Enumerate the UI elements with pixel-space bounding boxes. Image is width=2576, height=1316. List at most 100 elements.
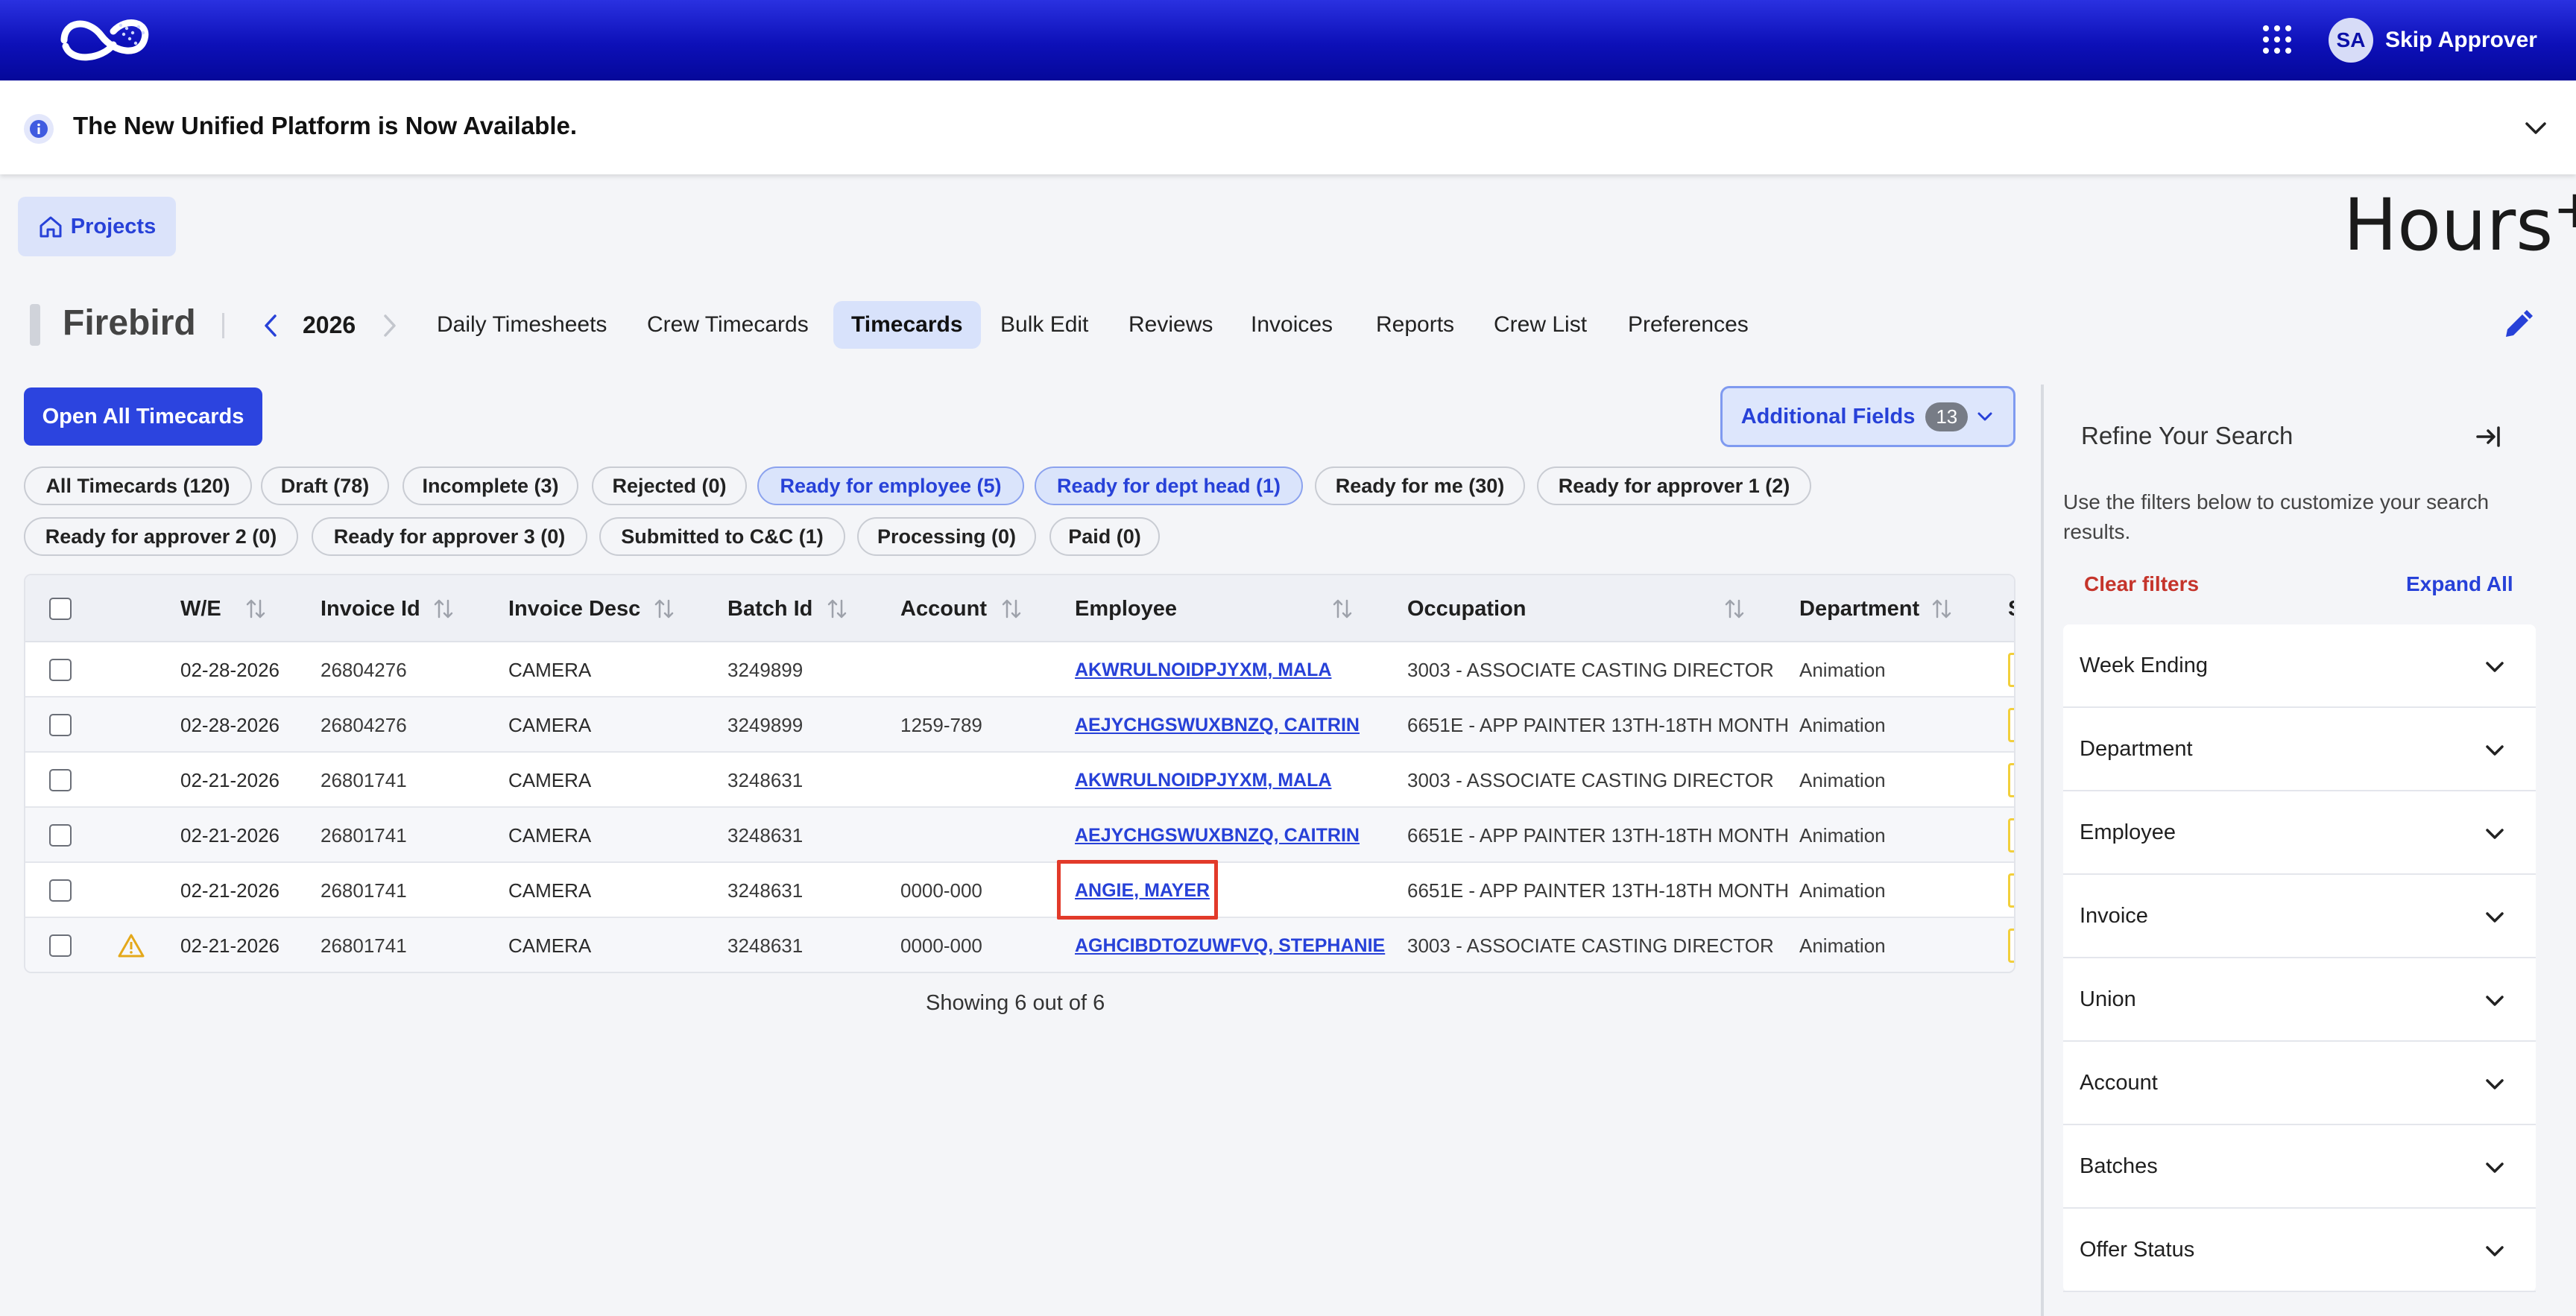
tab-timecards[interactable]: Timecards [833,301,981,349]
row-checkbox[interactable] [49,879,72,902]
table-row[interactable]: 02-21-2026 26801741 CAMERA 3248631 AKWRU… [25,753,2014,808]
cell-invoice-id: 26801741 [321,823,407,847]
cell-occupation: 6651E - APP PAINTER 13TH-18TH MONTH [1407,879,1789,902]
user-avatar: SA [2329,18,2373,63]
tab-preferences[interactable]: Preferences [1610,301,1767,349]
cell-employee-link[interactable]: AEJYCHGSWUXBNZQ, CAITRIN [1075,697,1360,753]
chip-draft[interactable]: Draft (78) [261,466,389,505]
apps-grid-icon[interactable] [2261,24,2293,55]
sort-icon[interactable] [653,596,675,621]
cell-employee-link[interactable]: ANGIE, MAYER [1075,863,1210,918]
chip-rejected[interactable]: Rejected (0) [592,466,747,505]
tab-bulk-edit[interactable]: Bulk Edit [982,301,1106,349]
cell-occupation: 3003 - ASSOCIATE CASTING DIRECTOR [1407,934,1774,957]
chevron-down-icon [2486,1246,2504,1256]
chip-all-timecards[interactable]: All Timecards (120) [24,466,252,505]
filter-union[interactable]: Union [2063,958,2536,1042]
projects-button[interactable]: Projects [18,197,176,256]
filter-batches[interactable]: Batches [2063,1125,2536,1209]
project-name: Firebird [63,303,196,343]
expand-all-button[interactable]: Expand All [2406,572,2513,596]
timecards-table: W/E Invoice Id Invoice Desc Batch Id Acc… [24,574,2015,973]
table-row[interactable]: 02-21-2026 26801741 CAMERA 3248631 AEJYC… [25,808,2014,863]
sort-icon[interactable] [1331,596,1354,621]
filter-label: Department [2080,736,2193,761]
banner-expand-chevron-icon[interactable] [2521,113,2551,143]
chip-ready-for-approver-3[interactable]: Ready for approver 3 (0) [312,517,587,556]
sort-icon[interactable] [432,596,455,621]
cell-department: Animation [1799,879,1886,902]
sort-icon[interactable] [826,596,848,621]
warning-icon[interactable] [118,933,145,958]
company-logo-icon[interactable] [49,10,158,70]
tab-crew-list[interactable]: Crew List [1476,301,1605,349]
filter-offer-status[interactable]: Offer Status [2063,1209,2536,1292]
row-checkbox[interactable] [49,714,72,736]
chip-ready-for-employee[interactable]: Ready for employee (5) [757,466,1024,505]
status-tag[interactable] [2008,763,2014,797]
open-all-timecards-button[interactable]: Open All Timecards [24,387,262,446]
cell-employee-link[interactable]: AEJYCHGSWUXBNZQ, CAITRIN [1075,808,1360,863]
column-header-we: W/E [180,596,221,621]
sort-icon[interactable] [1931,596,1953,621]
status-tag[interactable] [2008,653,2014,687]
edit-pencil-icon[interactable] [2501,309,2534,341]
cell-employee-link[interactable]: AKWRULNOIDPJYXM, MALA [1075,642,1331,697]
row-checkbox[interactable] [49,934,72,957]
chip-ready-for-approver-1[interactable]: Ready for approver 1 (2) [1537,466,1811,505]
row-checkbox[interactable] [49,824,72,847]
cell-employee-link[interactable]: AKWRULNOIDPJYXM, MALA [1075,753,1331,808]
column-header-invoice-desc: Invoice Desc [508,596,641,621]
chip-ready-for-me[interactable]: Ready for me (30) [1315,466,1525,505]
table-row[interactable]: 02-21-2026 26801741 CAMERA 3248631 0000-… [25,863,2014,918]
filter-label: Batches [2080,1154,2158,1178]
tab-reports[interactable]: Reports [1358,301,1472,349]
status-tag[interactable] [2008,873,2014,908]
cell-batch-id: 3248631 [727,823,804,847]
filter-invoice[interactable]: Invoice [2063,875,2536,958]
cell-account: 0000-000 [900,879,982,902]
table-row[interactable]: 02-21-2026 26801741 CAMERA 3248631 0000-… [25,918,2014,972]
row-checkbox[interactable] [49,769,72,791]
chip-incomplete[interactable]: Incomplete (3) [402,466,578,505]
column-header-employee: Employee [1075,596,1177,621]
chip-ready-for-approver-2[interactable]: Ready for approver 2 (0) [24,517,298,556]
sort-icon[interactable] [1000,596,1023,621]
tab-crew-timecards[interactable]: Crew Timecards [629,301,827,349]
filter-week-ending[interactable]: Week Ending [2063,624,2536,708]
chevron-down-icon [2486,912,2504,923]
chip-processing[interactable]: Processing (0) [857,517,1036,556]
tab-reviews[interactable]: Reviews [1111,301,1231,349]
tab-invoices[interactable]: Invoices [1233,301,1351,349]
filter-employee[interactable]: Employee [2063,791,2536,875]
cell-batch-id: 3249899 [727,658,804,681]
previous-year-chevron-icon[interactable] [261,313,280,338]
status-tag[interactable] [2008,818,2014,852]
table-row[interactable]: 02-28-2026 26804276 CAMERA 3249899 1259-… [25,697,2014,753]
additional-fields-dropdown[interactable]: Additional Fields 13 [1720,386,2015,447]
cell-employee-link[interactable]: AGHCIBDTOZUWFVQ, STEPHANIE [1075,918,1385,972]
chip-ready-for-dept-head[interactable]: Ready for dept head (1) [1035,466,1303,505]
cell-invoice-id: 26804276 [321,713,407,736]
filter-account[interactable]: Account [2063,1042,2536,1125]
cell-we: 02-21-2026 [180,823,280,847]
status-tag[interactable] [2008,929,2014,963]
sort-icon[interactable] [1723,596,1746,621]
clear-filters-button[interactable]: Clear filters [2084,572,2199,596]
tab-daily-timesheets[interactable]: Daily Timesheets [419,301,625,349]
collapse-panel-icon[interactable] [2473,422,2503,452]
row-checkbox[interactable] [49,659,72,681]
filter-label: Account [2080,1070,2158,1095]
filter-panel-description: Use the filters below to customize your … [2063,490,2490,543]
table-row[interactable]: 02-28-2026 26804276 CAMERA 3249899 AKWRU… [25,642,2014,697]
user-menu[interactable]: SA Skip Approver [2329,18,2537,63]
chip-submitted-to-cc[interactable]: Submitted to C&C (1) [599,517,845,556]
sort-icon[interactable] [244,596,267,621]
status-tag[interactable] [2008,708,2014,742]
chip-paid[interactable]: Paid (0) [1049,517,1160,556]
column-header-invoice-id: Invoice Id [321,596,420,621]
filter-label: Offer Status [2080,1237,2195,1262]
filter-department[interactable]: Department [2063,708,2536,791]
next-year-chevron-icon[interactable] [380,313,400,338]
select-all-checkbox[interactable] [49,598,72,620]
